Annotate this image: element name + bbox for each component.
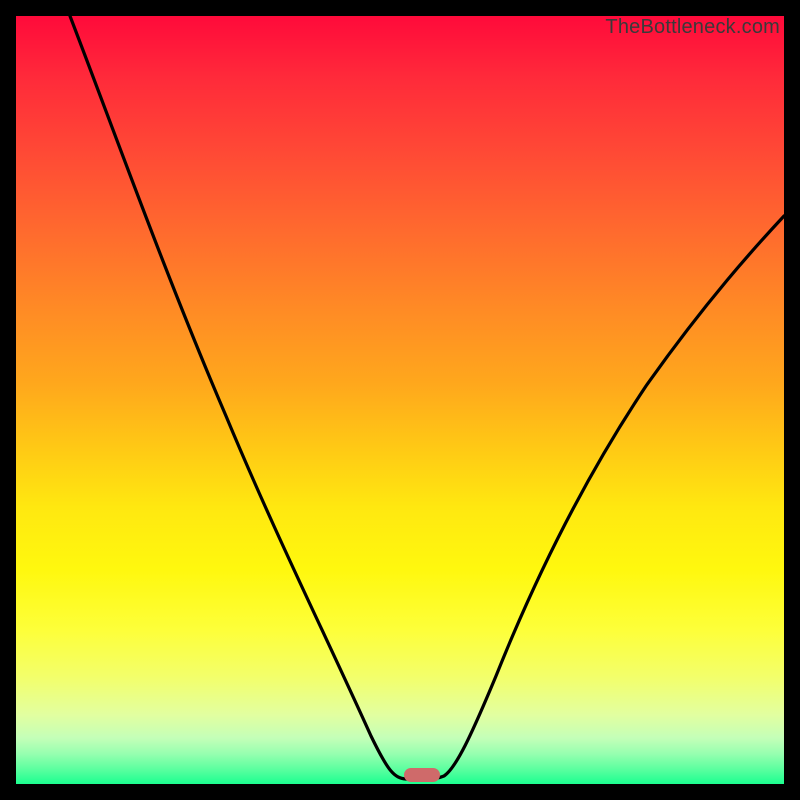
chart-frame: TheBottleneck.com (0, 0, 800, 800)
curve-path (70, 16, 784, 780)
plot-area: TheBottleneck.com (16, 16, 784, 784)
optimal-marker (404, 768, 440, 782)
bottleneck-curve (16, 16, 784, 784)
attribution-watermark: TheBottleneck.com (605, 16, 780, 39)
